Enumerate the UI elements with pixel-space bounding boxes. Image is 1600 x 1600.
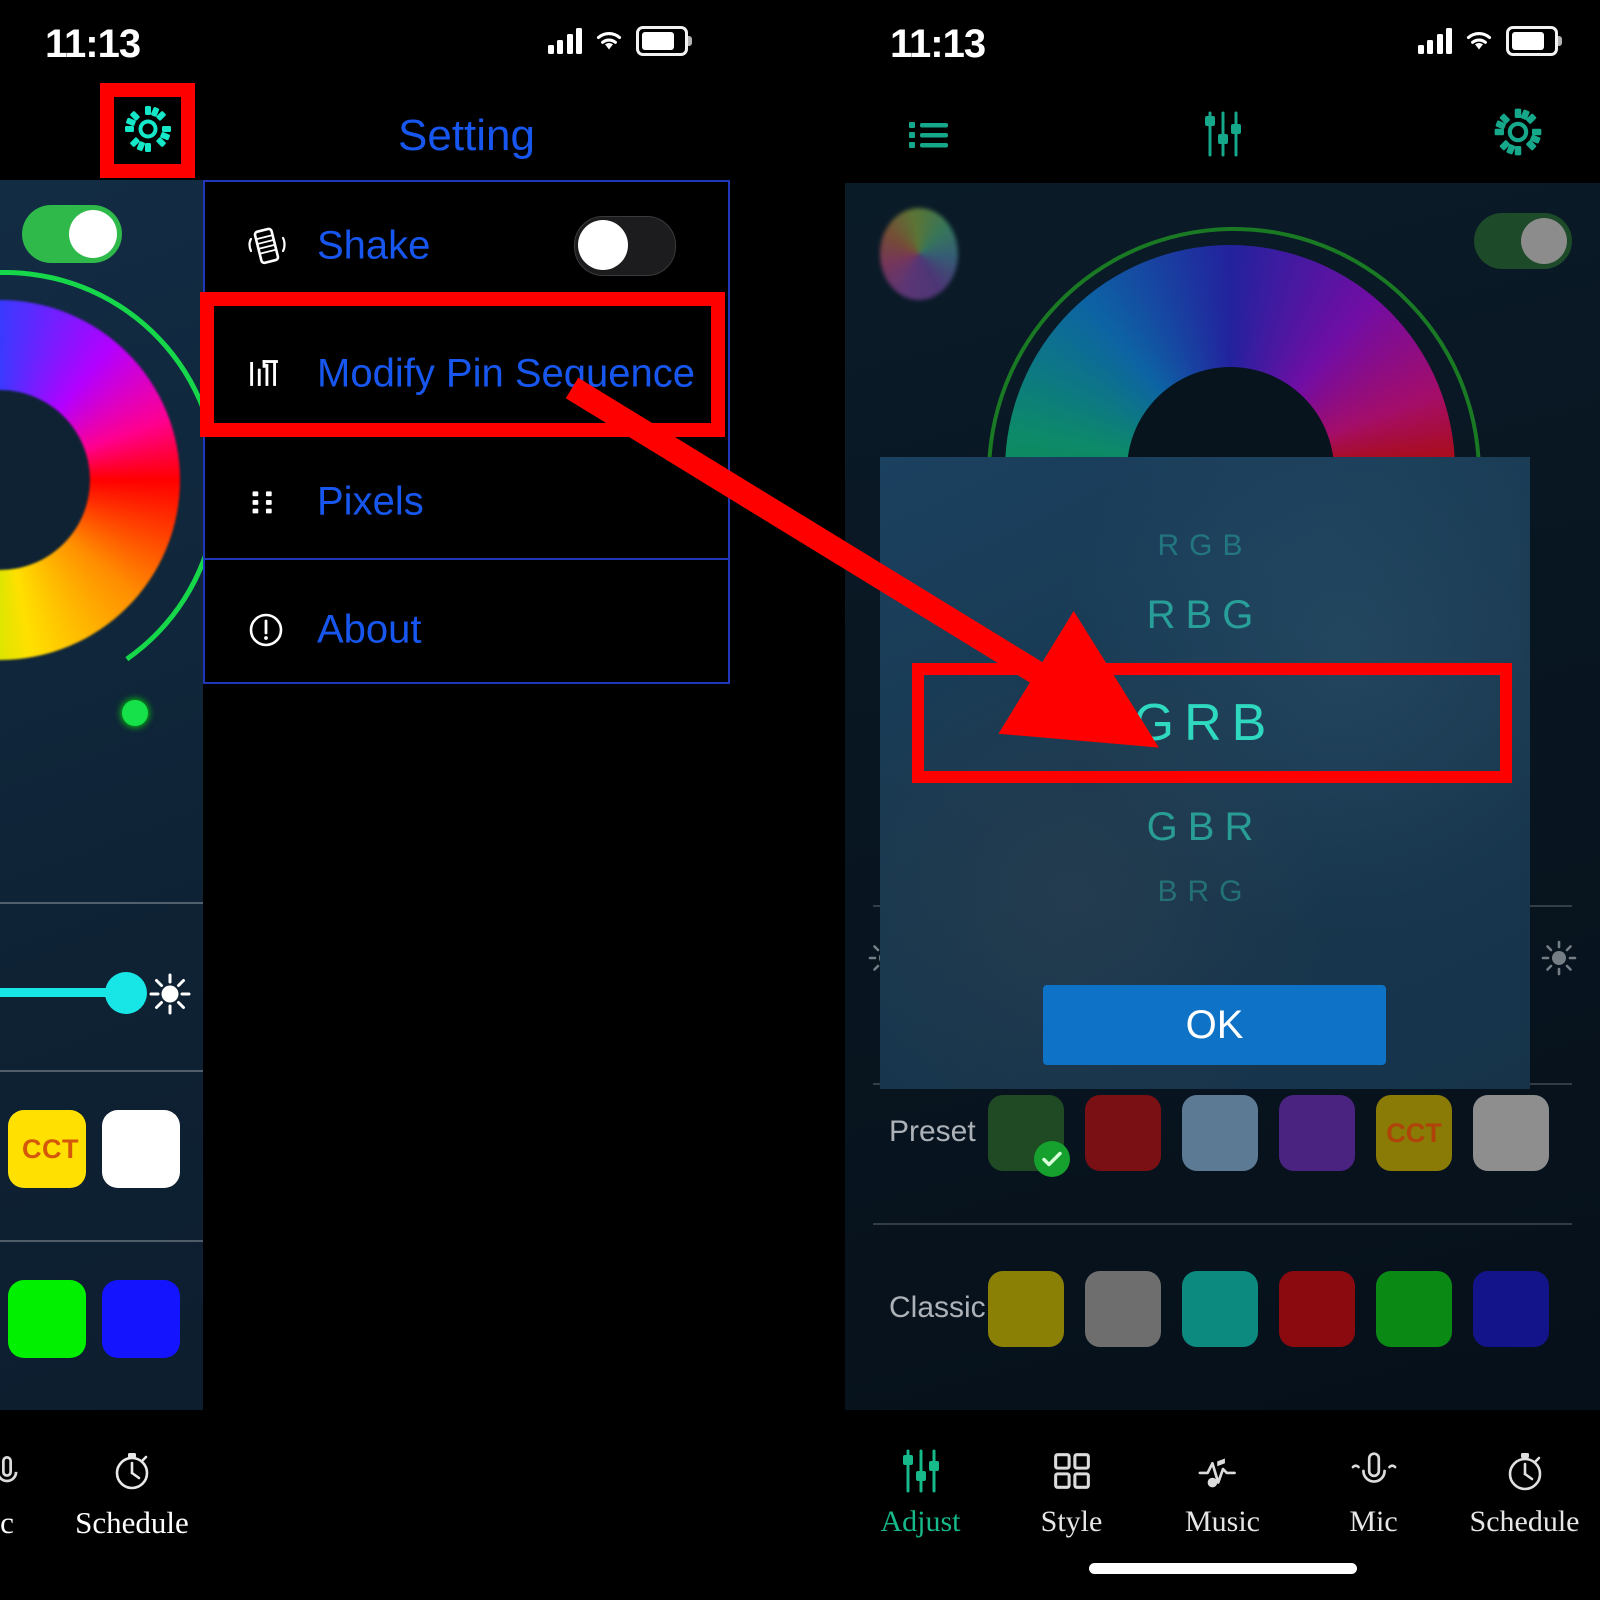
color-wheel-arc-track (0, 235, 203, 735)
picker-option-gbr[interactable]: GBR (880, 805, 1530, 850)
cellular-signal-icon (1417, 28, 1452, 54)
grid-icon (996, 1444, 1147, 1498)
color-wheel-handle[interactable] (122, 700, 148, 726)
divider (0, 1240, 203, 1242)
classic-swatch-4[interactable] (1279, 1271, 1355, 1347)
nav-tab-mic[interactable]: c (0, 1446, 42, 1556)
classic-swatch-6[interactable] (1473, 1271, 1549, 1347)
divider (873, 1223, 1572, 1225)
list-icon[interactable] (899, 104, 959, 164)
settings-row-shake-label: Shake (317, 223, 431, 268)
power-toggle[interactable] (22, 205, 122, 263)
preset-label: Preset (889, 1115, 976, 1148)
sliders-icon[interactable] (1193, 104, 1253, 164)
modify-pin-sequence-highlight-box (200, 292, 725, 437)
nav-tab-adjust[interactable]: Adjust (845, 1444, 996, 1539)
page-title: Setting (398, 111, 535, 160)
preset-swatch-cct-label: CCT (1386, 1118, 1442, 1148)
left-status-bar: 11:13 (0, 0, 730, 90)
gear-icon-highlight-box (100, 83, 195, 178)
preset-swatch-4[interactable] (1279, 1095, 1355, 1171)
music-wave-icon (1147, 1444, 1298, 1498)
settings-row-pixels[interactable]: Pixels (205, 438, 728, 566)
home-indicator (1088, 1563, 1357, 1574)
color-picker-circle-icon[interactable] (880, 208, 958, 300)
ok-button[interactable]: OK (1043, 985, 1386, 1065)
shake-phone-icon (243, 223, 289, 269)
settings-row-pixels-label: Pixels (317, 479, 424, 524)
mic-icon (1298, 1444, 1449, 1498)
status-icons (547, 26, 692, 56)
divider (0, 1070, 203, 1072)
nav-tab-mic[interactable]: Mic (1298, 1444, 1449, 1539)
status-time: 11:13 (890, 22, 986, 66)
nav-tab-mic-label: c (0, 1505, 14, 1540)
preset-swatch-cct[interactable]: CCT (1376, 1095, 1452, 1171)
preset-swatch-2[interactable] (1085, 1095, 1161, 1171)
cellular-signal-icon (547, 28, 582, 54)
brightness-sun-icon (1540, 939, 1578, 977)
brightness-slider-handle[interactable] (105, 972, 147, 1014)
classic-swatch-5[interactable] (1376, 1271, 1452, 1347)
screenshot-stage: CCT c Schedule Shake Modify Pin Sequence… (0, 0, 1600, 1600)
right-status-bar: 11:13 (845, 0, 1600, 90)
picker-option-rbg[interactable]: RBG (880, 593, 1530, 638)
stopwatch-icon (1449, 1444, 1600, 1498)
nav-tab-schedule[interactable]: Schedule (62, 1446, 202, 1541)
battery-icon (1506, 26, 1562, 56)
gear-icon[interactable] (1490, 104, 1550, 164)
info-circle-icon (243, 607, 289, 653)
left-phone-screenshot: CCT c Schedule Shake Modify Pin Sequence… (0, 0, 730, 1600)
status-icons (1417, 26, 1562, 56)
wifi-icon (1463, 29, 1495, 53)
brightness-slider-row (0, 910, 203, 1070)
nav-tab-music[interactable]: Music (1147, 1444, 1298, 1539)
settings-row-about-label: About (317, 607, 422, 652)
settings-row-about[interactable]: About (205, 566, 728, 694)
nav-tab-style[interactable]: Style (996, 1444, 1147, 1539)
picker-option-rgb[interactable]: RGB (880, 529, 1530, 563)
picker-option-brg[interactable]: BRG (880, 875, 1530, 909)
left-bottom-nav: c Schedule (0, 1410, 203, 1600)
shake-toggle[interactable] (574, 216, 676, 276)
pixels-icon (243, 479, 289, 525)
swatch-white[interactable] (102, 1110, 180, 1188)
classic-swatch-1[interactable] (988, 1271, 1064, 1347)
nav-tab-schedule-label: Schedule (75, 1505, 189, 1540)
wifi-icon (593, 29, 625, 53)
swatch-blue[interactable] (102, 1280, 180, 1358)
nav-tab-mic-label: Mic (1349, 1505, 1398, 1538)
brightness-sun-icon (148, 972, 192, 1016)
sliders-icon (845, 1444, 996, 1498)
nav-tab-schedule[interactable]: Schedule (1449, 1444, 1600, 1539)
nav-tab-schedule-label: Schedule (1469, 1505, 1580, 1538)
grb-option-highlight-box (912, 663, 1512, 783)
settings-divider (205, 558, 728, 560)
nav-tab-style-label: Style (1040, 1505, 1103, 1538)
left-background-app: CCT (0, 180, 203, 1600)
nav-tab-music-label: Music (1185, 1505, 1260, 1538)
preset-swatch-6[interactable] (1473, 1095, 1549, 1171)
classic-swatch-3[interactable] (1182, 1271, 1258, 1347)
power-toggle[interactable] (1474, 213, 1572, 269)
classic-swatch-2[interactable] (1085, 1271, 1161, 1347)
battery-icon (636, 26, 692, 56)
classic-label: Classic (889, 1291, 986, 1324)
swatch-cct-label: CCT (22, 1134, 79, 1164)
preset-swatch-1[interactable] (988, 1095, 1070, 1177)
preset-swatch-3[interactable] (1182, 1095, 1258, 1171)
status-time: 11:13 (45, 22, 141, 66)
stopwatch-icon (115, 1453, 149, 1490)
swatch-green[interactable] (8, 1280, 86, 1358)
nav-tab-adjust-label: Adjust (880, 1505, 961, 1538)
settings-row-shake[interactable]: Shake (205, 182, 728, 310)
selected-check-icon (1034, 1141, 1070, 1177)
swatch-cct[interactable]: CCT (8, 1110, 86, 1188)
divider (0, 902, 203, 904)
